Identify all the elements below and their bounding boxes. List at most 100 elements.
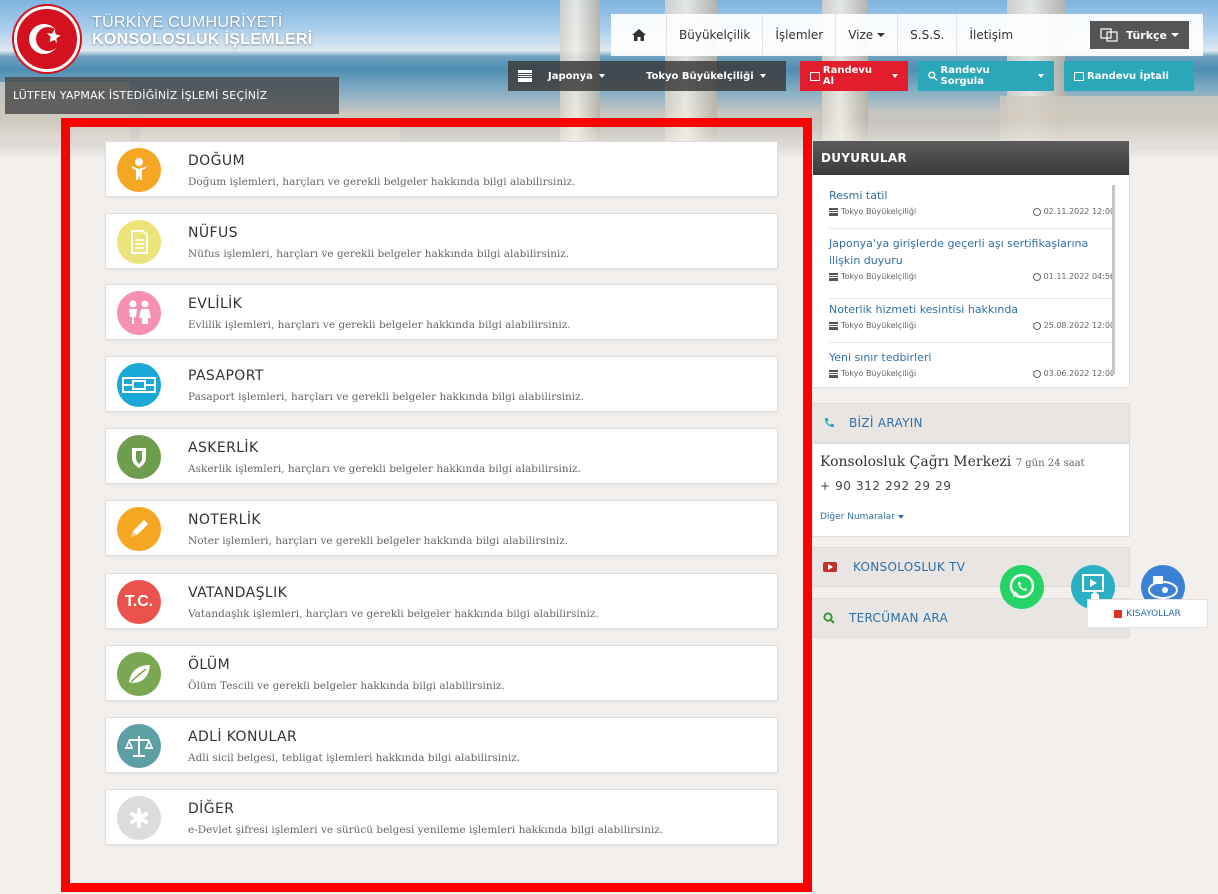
caret-down-icon	[877, 33, 886, 37]
service-description: Adli sicil belgesi, tebligat işlemleri h…	[188, 752, 521, 764]
embassy-icon	[829, 272, 838, 281]
nav-item-embassy[interactable]: Büyükelçilik	[667, 14, 764, 56]
consulate-tv-title: KONSOLOSLUK TV	[853, 560, 966, 574]
service-description: Askerlik işlemleri, harçları ve gerekli …	[188, 463, 581, 475]
service-birth[interactable]: DOĞUM Doğum işlemleri, harçları ve gerek…	[105, 141, 778, 197]
passport-icon	[117, 363, 161, 407]
service-description: Nüfus işlemleri, harçları ve gerekli bel…	[188, 248, 570, 260]
home-button[interactable]	[611, 14, 667, 56]
home-icon	[631, 29, 646, 41]
announcement-date: 02.11.2022 12:00	[1043, 207, 1113, 216]
leaf-icon	[117, 652, 161, 696]
other-numbers-label: Diğer Numaralar	[820, 512, 895, 522]
scrollbar[interactable]	[1112, 185, 1115, 375]
announcement-item[interactable]: Yeni sınır tedbirleri Tokyo Büyükelçiliğ…	[829, 349, 1113, 387]
tc-icon: T.C.	[117, 580, 161, 624]
emblem-logo[interactable]	[14, 6, 80, 72]
announcement-date: 25.08.2022 12:00	[1043, 321, 1113, 330]
language-icon	[1100, 28, 1118, 42]
pencil-icon	[117, 507, 161, 551]
nav-item-visa[interactable]: Vize	[836, 14, 899, 56]
whatsapp-icon	[1009, 573, 1035, 599]
nav-item-faq[interactable]: S.S.S.	[898, 14, 958, 56]
nav-item-label: İşlemler	[775, 28, 824, 42]
embassy-icon	[829, 369, 838, 378]
appointment-button[interactable]: Randevu Al	[800, 61, 908, 91]
mission-label: Tokyo Büyükelçiliği	[646, 70, 754, 82]
asterisk-icon	[117, 796, 161, 840]
external-link-icon	[1114, 609, 1123, 618]
couple-icon	[117, 291, 161, 335]
mission-selector[interactable]: Tokyo Büyükelçiliği	[636, 61, 786, 91]
service-title: NOTERLİK	[188, 512, 261, 528]
clock-icon	[1032, 272, 1041, 281]
nav-item-services[interactable]: İşlemler	[763, 14, 837, 56]
service-title: VATANDAŞLIK	[188, 585, 288, 601]
service-description: e-Devlet şifresi işlemleri ve sürücü bel…	[188, 824, 664, 836]
cancel-label: Randevu İptali	[1087, 70, 1169, 82]
service-other[interactable]: DİĞER e-Devlet şifresi işlemleri ve sürü…	[105, 789, 778, 845]
service-title: NÜFUS	[188, 225, 238, 241]
language-label: Türkçe	[1125, 28, 1167, 42]
announcement-item[interactable]: Japonya'ya girişlerde geçerli aşı sertif…	[829, 235, 1113, 299]
calendar-check-icon	[1074, 71, 1084, 81]
crescent-star-icon	[29, 24, 61, 54]
query-button[interactable]: Randevu Sorgula	[918, 61, 1054, 91]
service-description: Vatandaşlık işlemleri, harçları ve gerek…	[188, 608, 599, 620]
service-notary[interactable]: NOTERLİK Noter işlemleri, harçları ve ge…	[105, 500, 778, 556]
youtube-icon	[823, 562, 837, 572]
announcements-list[interactable]: Resmi tatil Tokyo Büyükelçiliği 02.11.202…	[813, 175, 1113, 387]
service-description: Evlilik işlemleri, harçları ve gerekli b…	[188, 319, 571, 331]
announcement-mission: Tokyo Büyükelçiliği	[841, 272, 917, 281]
call-center-phone[interactable]: + 90 312 292 29 29	[820, 479, 952, 493]
announcement-title: Yeni sınır tedbirleri	[829, 351, 932, 364]
country-label: Japonya	[548, 70, 593, 82]
call-us-header[interactable]: BİZİ ARAYIN	[812, 403, 1130, 443]
appointment-label: Randevu Al	[822, 65, 873, 87]
service-marriage[interactable]: EVLİLİK Evlilik işlemleri, harçları ve g…	[105, 284, 778, 340]
service-title: ÖLÜM	[188, 657, 231, 673]
service-title: ASKERLİK	[188, 440, 259, 456]
announcement-item[interactable]: Resmi tatil Tokyo Büyükelçiliği 02.11.202…	[829, 187, 1113, 229]
nav-item-label: Vize	[848, 28, 874, 42]
scales-icon	[117, 724, 161, 768]
other-numbers-link[interactable]: Diğer Numaralar	[820, 512, 904, 522]
service-passport[interactable]: PASAPORT Pasaport işlemleri, harçları ve…	[105, 356, 778, 412]
announcement-title: Japonya'ya girişlerde geçerli aşı sertif…	[829, 237, 1089, 267]
service-death[interactable]: ÖLÜM Ölüm Tescili ve gerekli belgeler ha…	[105, 645, 778, 701]
service-population[interactable]: NÜFUS Nüfus işlemleri, harçları ve gerek…	[105, 213, 778, 269]
caret-down-icon	[897, 515, 904, 519]
shield-icon	[117, 435, 161, 479]
service-military[interactable]: ASKERLİK Askerlik işlemleri, harçları ve…	[105, 428, 778, 484]
language-selector[interactable]: Türkçe	[1089, 21, 1189, 49]
call-center-hours: 7 gün 24 saat	[1015, 458, 1085, 469]
service-citizenship[interactable]: T.C. VATANDAŞLIK Vatandaşlık işlemleri, …	[105, 573, 778, 629]
announcement-title: Noterlik hizmeti kesintisi hakkında	[829, 303, 1019, 316]
announcement-mission: Tokyo Büyükelçiliği	[841, 321, 917, 330]
embassy-icon	[829, 321, 838, 330]
country-selector[interactable]: Japonya	[508, 61, 636, 91]
brand-line2: KONSOLOSLUK İŞLEMLERİ	[92, 31, 313, 48]
caret-down-icon	[759, 74, 766, 78]
caret-down-icon	[1171, 33, 1179, 37]
announcements-panel: DUYURULAR Resmi tatil Tokyo Büyükelçiliğ…	[812, 140, 1130, 388]
search-icon	[928, 71, 938, 81]
nav-item-contact[interactable]: İletişim	[957, 14, 1025, 56]
service-judicial[interactable]: ADLİ KONULAR Adli sicil belgesi, tebliga…	[105, 717, 778, 773]
clock-icon	[1032, 369, 1041, 378]
baby-icon	[117, 148, 161, 192]
announcement-title: Resmi tatil	[829, 189, 888, 202]
cancel-appointment-button[interactable]: Randevu İptali	[1064, 61, 1194, 91]
call-center-box: Konsolosluk Çağrı Merkezi 7 gün 24 saat …	[812, 443, 1130, 537]
clock-icon	[1032, 321, 1041, 330]
service-title: ADLİ KONULAR	[188, 729, 298, 745]
shortcuts-button[interactable]: KISAYOLLAR	[1087, 599, 1208, 628]
brand-title[interactable]: TÜRKİYE CUMHURİYETİ KONSOLOSLUK İŞLEMLER…	[92, 14, 313, 48]
whatsapp-button[interactable]	[1000, 565, 1044, 609]
instruction-banner: LÜTFEN YAPMAK İSTEDİĞİNİZ İŞLEMİ SEÇİNİZ	[5, 77, 339, 114]
announcement-item[interactable]: Noterlik hizmeti kesintisi hakkında Toky…	[829, 301, 1113, 343]
embassy-icon	[829, 207, 838, 216]
announcement-mission: Tokyo Büyükelçiliği	[841, 207, 917, 216]
announcement-mission: Tokyo Büyükelçiliği	[841, 369, 917, 378]
